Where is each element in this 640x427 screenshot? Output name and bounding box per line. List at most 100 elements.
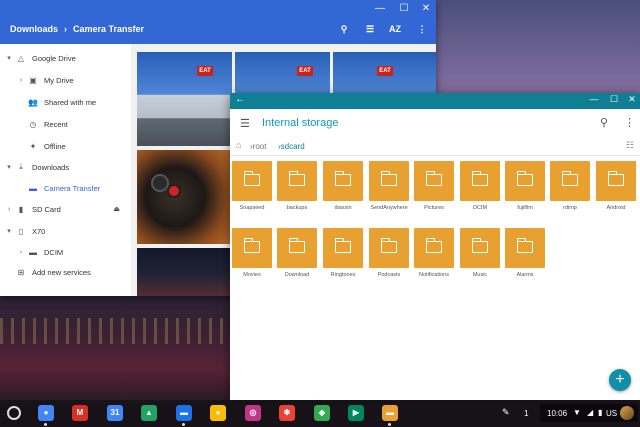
photos-icon[interactable]: ✱ <box>279 405 295 421</box>
chevron-down-icon[interactable]: ▾ <box>4 227 14 235</box>
path-root-label: root <box>252 142 267 151</box>
folder-item[interactable]: DCIM <box>460 161 502 211</box>
input-language: US <box>606 409 618 418</box>
google-drive-icon[interactable]: ▲ <box>141 405 157 421</box>
breadcrumb-item-camera-transfer[interactable]: Camera Transfer <box>73 24 144 34</box>
sidebar-item-label: Downloads <box>32 162 70 172</box>
gmail-icon[interactable]: M <box>72 405 88 421</box>
maximize-icon[interactable]: ☐ <box>398 3 410 15</box>
photo-thumbnail[interactable] <box>137 248 232 296</box>
folder-glyph <box>288 171 305 186</box>
more-options-icon[interactable]: ⋮ <box>624 116 635 129</box>
folder-item[interactable]: Music <box>460 228 502 278</box>
sort-button[interactable]: AZ <box>387 24 403 34</box>
clock: 10:06 <box>547 409 568 418</box>
path-segment-sdcard[interactable]: ›sdcard <box>278 142 305 151</box>
photo-thumbnail[interactable] <box>137 150 232 244</box>
launcher-button[interactable] <box>7 406 21 420</box>
chevron-right-icon: › <box>64 24 68 34</box>
stylus-icon[interactable]: ✎ <box>502 407 510 418</box>
folder-item[interactable]: Ringtones <box>323 228 365 278</box>
home-icon[interactable]: ⌂ <box>236 140 241 150</box>
folder-glyph <box>243 238 260 253</box>
path-segment-root[interactable]: ›root <box>250 142 266 151</box>
phone-icon: ▯ <box>18 226 24 236</box>
back-arrow-icon[interactable]: ← <box>235 94 245 105</box>
clock-icon: ◷ <box>29 119 37 129</box>
chrome-icon[interactable]: ● <box>38 405 54 421</box>
chevron-down-icon[interactable]: ▾ <box>4 163 14 171</box>
pin-icon: ✦ <box>29 141 37 151</box>
sidebar-item[interactable]: › ▬ DCIM <box>0 242 130 262</box>
chevron-right-icon[interactable]: › <box>16 77 26 84</box>
camera-button <box>167 184 181 198</box>
sidebar-item[interactable]: ▾ ⤓ Downloads <box>0 157 130 177</box>
folder-icon <box>323 161 363 201</box>
folder-item[interactable]: backups <box>277 161 319 211</box>
close-icon[interactable]: ✕ <box>626 94 638 105</box>
calendar-icon[interactable]: 31 <box>107 405 123 421</box>
download-icon: ⤓ <box>19 162 23 171</box>
drive-icon: △ <box>17 53 25 63</box>
folder-item[interactable]: Podcasts <box>369 228 411 278</box>
solid-explorer-icon[interactable]: ▬ <box>382 405 398 421</box>
maximize-icon[interactable]: ☐ <box>608 94 620 105</box>
chevron-right-icon[interactable]: › <box>16 249 26 256</box>
sidebar-item[interactable]: ◷ Recent <box>0 114 130 134</box>
folder-item[interactable]: Snapseed <box>232 161 274 211</box>
folder-name: Alarms <box>516 272 534 278</box>
search-icon[interactable]: ⚲ <box>600 116 608 129</box>
breadcrumb-item-downloads[interactable]: Downloads <box>10 24 58 34</box>
folder-item[interactable]: diaxxin <box>323 161 365 211</box>
list-view-icon[interactable]: ☷ <box>626 140 634 151</box>
folder-glyph <box>425 238 442 253</box>
close-icon[interactable]: ✕ <box>420 3 432 15</box>
folder-item[interactable]: rdimp <box>550 161 592 211</box>
sidebar-item[interactable]: ▾ ▯ X70 <box>0 221 130 241</box>
snapseed-icon[interactable]: ◆ <box>314 405 330 421</box>
status-area[interactable]: 10:06 ▼ ◢ ▮ US <box>540 404 638 422</box>
folder-icon <box>323 228 363 268</box>
folder-item[interactable]: Android <box>596 161 638 211</box>
files-icon[interactable]: ▬ <box>176 405 192 421</box>
folder-icon <box>277 161 317 201</box>
folder-icon <box>460 228 500 268</box>
minimize-icon[interactable]: — <box>374 3 386 15</box>
sidebar-item[interactable]: ▾ △ Google Drive <box>0 48 130 68</box>
play-store-icon[interactable]: ▶ <box>348 405 364 421</box>
minimize-icon[interactable]: — <box>588 94 600 104</box>
eat-sign: EAT <box>377 66 393 76</box>
more-options-icon[interactable]: ⋮ <box>414 24 430 35</box>
people-icon: 👥 <box>28 97 38 107</box>
folder-glyph <box>516 238 533 253</box>
desk-number[interactable]: 1 <box>524 409 528 418</box>
running-indicator <box>388 423 391 426</box>
sidebar-item[interactable]: ✦ Offline <box>0 136 130 156</box>
hamburger-menu-icon[interactable]: ☰ <box>240 117 250 130</box>
folder-item[interactable]: Movies <box>232 228 274 278</box>
folder-item[interactable]: Download <box>277 228 319 278</box>
sidebar-item[interactable]: › ▮ SD Card ⏏ <box>0 199 130 219</box>
folder-item[interactable]: Pictures <box>414 161 456 211</box>
wifi-icon: ▼ <box>573 408 581 417</box>
folder-item[interactable]: Notifications <box>414 228 456 278</box>
list-view-icon[interactable]: ☰ <box>362 24 378 35</box>
folder-item[interactable]: fujifilm <box>505 161 547 211</box>
add-fab-button[interactable]: + <box>609 369 631 391</box>
folder-item[interactable]: Alarms <box>505 228 547 278</box>
sidebar-item[interactable]: ▬ Camera Transfer <box>0 178 130 198</box>
eject-icon[interactable]: ⏏ <box>113 205 120 213</box>
folder-item[interactable]: SendAnywhere <box>369 161 411 211</box>
path-bar: ⌂ ›root ›sdcard ☷ <box>230 139 640 155</box>
chevron-down-icon[interactable]: ▾ <box>4 54 14 62</box>
sidebar-item[interactable]: 👥 Shared with me <box>0 92 130 112</box>
photo-thumbnail[interactable]: EAT <box>137 52 232 146</box>
sidebar-item[interactable]: › ▣ My Drive <box>0 70 130 90</box>
chevron-right-icon[interactable]: › <box>4 206 14 213</box>
folder-name: Android <box>606 205 626 211</box>
search-icon[interactable]: ⚲ <box>336 24 352 35</box>
keep-icon[interactable]: ● <box>210 405 226 421</box>
instagram-icon[interactable]: ◎ <box>245 405 261 421</box>
folder-glyph <box>243 171 260 186</box>
sidebar-item[interactable]: ⊞ Add new services <box>0 262 130 282</box>
